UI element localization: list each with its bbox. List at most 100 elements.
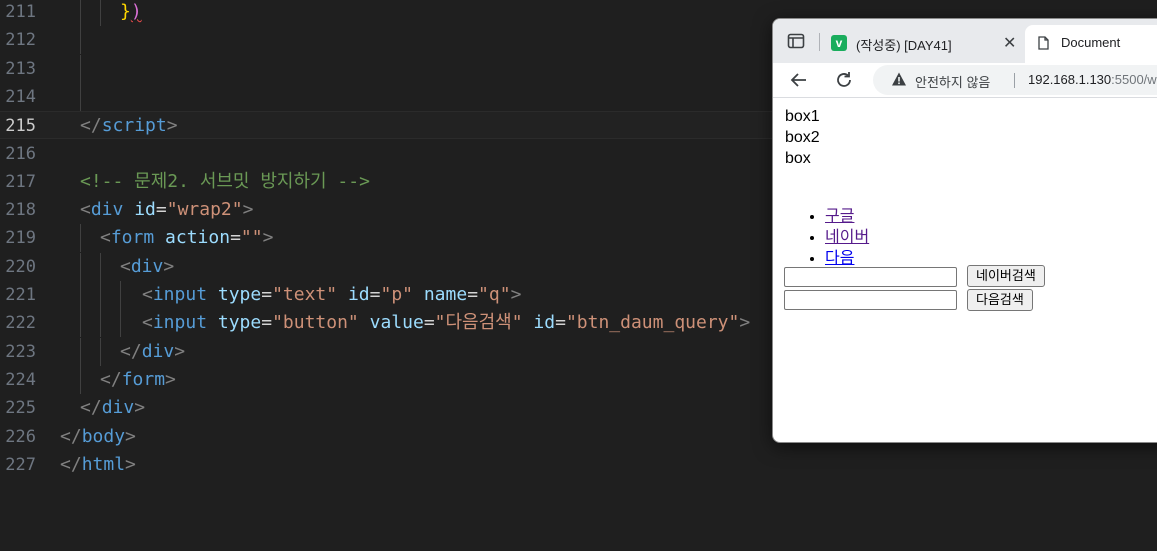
code-token: > — [262, 227, 274, 249]
line-number: 226 — [5, 426, 36, 447]
code-text: <!-- 문제2. 서브밋 방지하기 --> — [80, 168, 370, 196]
warning-icon[interactable] — [891, 71, 907, 87]
code-token: script — [101, 115, 167, 137]
code-token: } — [120, 1, 131, 22]
indent-guide — [100, 337, 101, 366]
code-token: name — [423, 284, 468, 305]
code-token: </ — [80, 397, 102, 419]
code-text: </script> — [80, 112, 178, 140]
code-token: div — [90, 199, 124, 221]
indent-guide — [120, 281, 121, 309]
code-token: = — [369, 284, 381, 305]
code-token: type — [217, 284, 262, 305]
code-token: </ — [80, 115, 102, 137]
code-token: type — [217, 312, 262, 334]
line-number: 227 — [5, 454, 36, 475]
list-item: 다음 — [825, 248, 869, 269]
address-bar[interactable]: 안전하지 않음 192.168.1.130:5500/w — [873, 65, 1157, 95]
indent-guide — [80, 365, 81, 394]
line-number: 224 — [5, 369, 36, 390]
line-number: 223 — [5, 341, 36, 362]
indent-guide — [80, 26, 81, 55]
close-icon[interactable]: ✕ — [1003, 33, 1016, 53]
tab-title: Document — [1061, 35, 1121, 50]
line-number: 221 — [5, 285, 36, 305]
code-token: form — [110, 227, 155, 249]
tab-document[interactable]: Document — [1025, 25, 1157, 63]
tab-search-icon[interactable] — [787, 33, 805, 49]
code-text: </form> — [100, 366, 176, 394]
code-token: = — [230, 227, 241, 249]
code-token: "btn_daum_query" — [565, 312, 740, 334]
code-line[interactable]: 227 </html> — [0, 451, 1157, 479]
code-token: id — [533, 312, 556, 334]
indent-guide — [100, 309, 101, 338]
code-token: = — [555, 312, 566, 334]
indent-guide — [120, 309, 121, 338]
code-token: div — [141, 340, 175, 362]
line-number: 217 — [5, 171, 36, 192]
code-token: id — [134, 199, 156, 221]
line-number: 222 — [5, 313, 36, 334]
naver-search-input[interactable] — [784, 267, 957, 287]
code-token: > — [125, 425, 136, 447]
code-text: </html> — [60, 451, 136, 479]
security-text[interactable]: 안전하지 않음 — [915, 72, 990, 91]
line-number: 211 — [5, 2, 36, 22]
link-daum[interactable]: 다음 — [825, 250, 854, 267]
indent-guide — [80, 82, 81, 111]
list-item: 네이버 — [825, 227, 869, 248]
line-number: 212 — [5, 30, 36, 51]
tab-title: (작성중) [DAY41] — [856, 38, 952, 53]
code-text: </div> — [120, 338, 185, 366]
list-item: 구글 — [825, 206, 869, 227]
code-token: input — [152, 284, 208, 305]
code-token: id — [347, 284, 370, 305]
naver-search-button[interactable]: 네이버검색 — [967, 265, 1045, 287]
box1-text: box1 — [785, 108, 820, 125]
code-token: < — [142, 284, 153, 305]
document-icon — [1038, 36, 1049, 50]
reload-icon[interactable] — [834, 70, 854, 90]
line-number: 220 — [5, 256, 36, 277]
url-text[interactable]: 192.168.1.130:5500/w — [1028, 72, 1157, 87]
code-token: > — [166, 115, 178, 137]
back-arrow-icon[interactable] — [789, 70, 809, 90]
code-token: "다음검색" — [434, 312, 523, 334]
page-content: box1 box2 box 구글 네이버 다음 네이버검색 다음검색 — [773, 98, 1157, 442]
indent-guide — [80, 252, 81, 281]
code-token: </ — [120, 340, 142, 362]
favicon-v-icon: v — [831, 35, 847, 51]
indent-guide — [80, 337, 81, 366]
code-token: > — [739, 312, 751, 334]
line-number: 214 — [5, 86, 36, 107]
line-number: 213 — [5, 58, 36, 79]
code-token: > — [125, 453, 136, 475]
code-text: <input type="text" id="p" name="q"> — [142, 281, 521, 309]
daum-search-button[interactable]: 다음검색 — [967, 289, 1033, 311]
tab-separator — [819, 33, 820, 51]
code-token: = — [261, 284, 273, 305]
code-token: > — [174, 340, 186, 362]
indent-guide — [80, 0, 81, 26]
code-text: <form action=""> — [100, 224, 273, 252]
code-token: </ — [100, 368, 122, 390]
link-google[interactable]: 구글 — [825, 208, 854, 225]
code-token: value — [369, 312, 424, 334]
code-token: html — [81, 453, 126, 475]
link-naver[interactable]: 네이버 — [825, 229, 869, 246]
code-token: > — [134, 397, 146, 419]
code-text: <div> — [120, 253, 174, 281]
line-number: 216 — [5, 143, 36, 164]
browser-window: v (작성중) [DAY41] ✕ Document 안전하지 않음 192.1… — [772, 18, 1157, 443]
code-text: <div id="wrap2"> — [80, 196, 253, 224]
tab-day41[interactable]: v (작성중) [DAY41] ✕ — [825, 25, 1021, 61]
daum-search-input[interactable] — [784, 290, 957, 310]
code-token: > — [163, 255, 175, 277]
